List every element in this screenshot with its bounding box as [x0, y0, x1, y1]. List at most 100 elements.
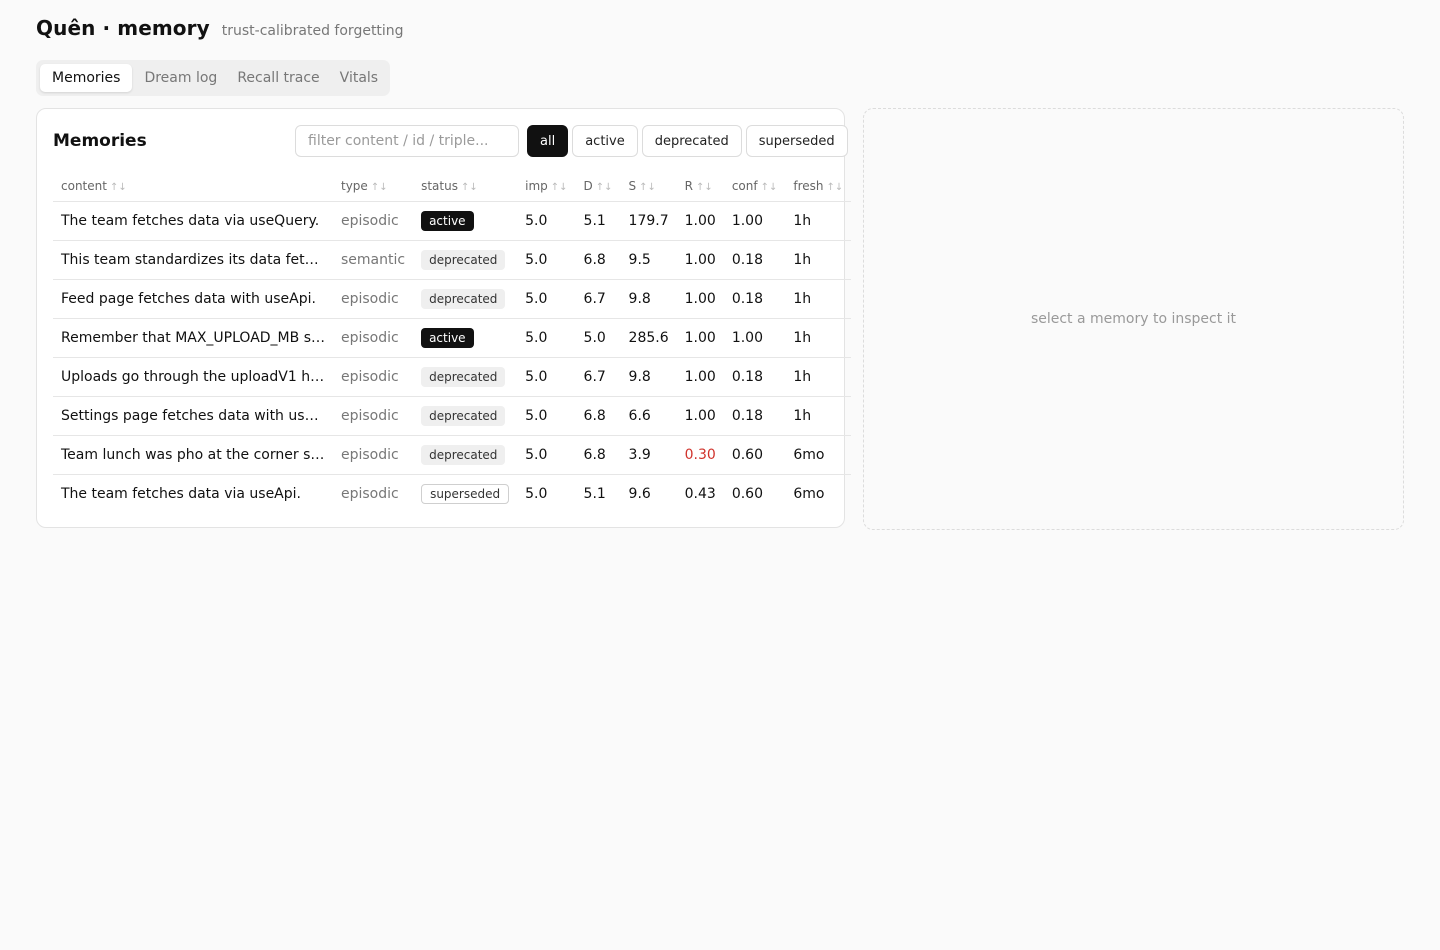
cell-imp: 5.0: [517, 201, 576, 241]
page-subtitle: trust-calibrated forgetting: [221, 23, 404, 39]
cell-type: episodic: [333, 201, 414, 241]
column-label: conf: [731, 179, 758, 193]
cell-conf: 0.60: [731, 486, 763, 502]
cell-conf: 0.18: [723, 240, 786, 280]
filter-all-button[interactable]: all: [527, 125, 569, 157]
inspector-empty-state: select a memory to inspect it: [1030, 311, 1237, 327]
column-header-fresh[interactable]: fresh ↑↓: [785, 171, 852, 202]
cell-s: 179.7: [620, 201, 677, 241]
cell-type: episodic: [333, 396, 414, 436]
cell-status: active: [413, 318, 518, 358]
table-row[interactable]: This team standardizes its data fetching…: [53, 240, 852, 280]
cell-status: deprecated: [413, 435, 518, 475]
cell-s: 285.6: [620, 318, 677, 358]
filter-superseded-button[interactable]: superseded: [745, 125, 848, 157]
cell-s: 9.5: [620, 240, 677, 280]
tab-dream-log[interactable]: Dream log: [136, 64, 225, 92]
cell-imp: 5.0: [517, 357, 576, 397]
cell-d: 5.0: [575, 318, 621, 358]
cell-content: Feed page fetches data with useApi.: [53, 279, 333, 319]
table-row[interactable]: The team fetches data via useApi. episod…: [53, 475, 851, 514]
cell-fresh: 1h: [785, 201, 852, 241]
column-label: S: [628, 179, 637, 193]
cell-conf: 0.18: [723, 357, 786, 397]
table-row[interactable]: The team fetches data via useQuery. epis…: [53, 201, 852, 241]
sort-icon: ↑↓: [826, 182, 844, 193]
cell-status: deprecated: [413, 396, 518, 436]
filter-input[interactable]: [295, 125, 519, 157]
inspector-panel: select a memory to inspect it: [863, 108, 1404, 530]
tab-recall-trace[interactable]: Recall trace: [229, 64, 327, 92]
cell-r: 1.00: [676, 240, 724, 280]
column-header-content[interactable]: content ↑↓: [53, 171, 333, 202]
status-badge: active: [421, 328, 474, 348]
status-badge: deprecated: [421, 445, 506, 465]
cell-status: deprecated: [413, 357, 518, 397]
sort-icon: ↑↓: [695, 182, 713, 193]
column-label: fresh: [793, 179, 824, 193]
cell-s: 9.8: [620, 279, 677, 319]
table-row[interactable]: Feed page fetches data with useApi. epis…: [53, 279, 852, 319]
column-label: content: [61, 179, 107, 193]
cell-imp: 5.0: [517, 240, 576, 280]
cell-r: 1.00: [676, 201, 724, 241]
header: Quên · memory trust-calibrated forgettin…: [36, 16, 404, 40]
cell-type: episodic: [333, 357, 414, 397]
column-header-d[interactable]: D ↑↓: [575, 171, 621, 202]
tab-memories[interactable]: Memories: [40, 64, 133, 92]
cell-r: 1.00: [676, 279, 724, 319]
cell-content: Remember that MAX_UPLOAD_MB should be: [53, 318, 333, 358]
memories-panel: Memories all active deprecated supersede…: [36, 108, 852, 528]
table-row[interactable]: Team lunch was pho at the corner shop ep…: [53, 435, 852, 475]
column-label: imp: [525, 179, 548, 193]
table-row[interactable]: Settings page fetches data with useApi. …: [53, 396, 852, 436]
status-badge: active: [421, 211, 474, 231]
column-header-r[interactable]: R ↑↓: [676, 171, 724, 202]
cell-type: semantic: [333, 240, 414, 280]
filter-active-button[interactable]: active: [572, 125, 638, 157]
page-title: Quên · memory: [36, 16, 210, 40]
cell-d: 6.8: [575, 240, 621, 280]
cell-d: 5.1: [575, 201, 621, 241]
cell-r: 0.43: [684, 486, 716, 502]
column-header-s[interactable]: S ↑↓: [620, 171, 677, 202]
status-badge: deprecated: [421, 367, 506, 387]
tab-bar: Memories Dream log Recall trace Vitals: [36, 60, 391, 96]
cell-fresh: 6mo: [793, 486, 825, 502]
status-badge: deprecated: [421, 289, 506, 309]
sort-icon: ↑↓: [639, 182, 656, 193]
column-label: D: [583, 179, 593, 193]
cell-content: Settings page fetches data with useApi.: [53, 396, 333, 436]
column-header-type[interactable]: type ↑↓: [333, 171, 414, 202]
sort-icon: ↑↓: [760, 182, 778, 193]
cell-content: This team standardizes its data fetching…: [53, 240, 333, 280]
cell-r: 1.00: [676, 318, 724, 358]
column-header-imp[interactable]: imp ↑↓: [517, 171, 576, 202]
cell-content: The team fetches data via useApi.: [61, 486, 301, 502]
cell-r-low: 0.30: [676, 435, 724, 475]
cell-status: active: [413, 201, 518, 241]
column-header-conf[interactable]: conf ↑↓: [723, 171, 786, 202]
cell-fresh: 1h: [785, 357, 852, 397]
cell-fresh: 1h: [785, 279, 852, 319]
cell-imp: 5.0: [517, 396, 576, 436]
cell-conf: 0.18: [723, 279, 786, 319]
cell-fresh: 1h: [785, 240, 852, 280]
tab-vitals[interactable]: Vitals: [332, 64, 386, 92]
column-header-status[interactable]: status ↑↓: [413, 171, 518, 202]
cell-content: The team fetches data via useQuery.: [53, 201, 333, 241]
filter-deprecated-button[interactable]: deprecated: [641, 125, 742, 157]
cell-content: Uploads go through the uploadV1 handler: [53, 357, 333, 397]
sort-icon: ↑↓: [550, 182, 568, 193]
cell-imp: 5.0: [517, 435, 576, 475]
column-label: type: [341, 179, 368, 193]
status-filter-group: all active deprecated superseded: [527, 125, 848, 157]
status-badge: deprecated: [421, 406, 506, 426]
cell-r: 1.00: [676, 357, 724, 397]
cell-d: 5.1: [583, 486, 606, 502]
cell-status: superseded: [413, 475, 517, 514]
table-row[interactable]: Uploads go through the uploadV1 handler …: [53, 357, 852, 397]
sort-icon: ↑↓: [595, 182, 613, 193]
panel-title: Memories: [53, 131, 147, 151]
table-row[interactable]: Remember that MAX_UPLOAD_MB should be ep…: [53, 318, 852, 358]
